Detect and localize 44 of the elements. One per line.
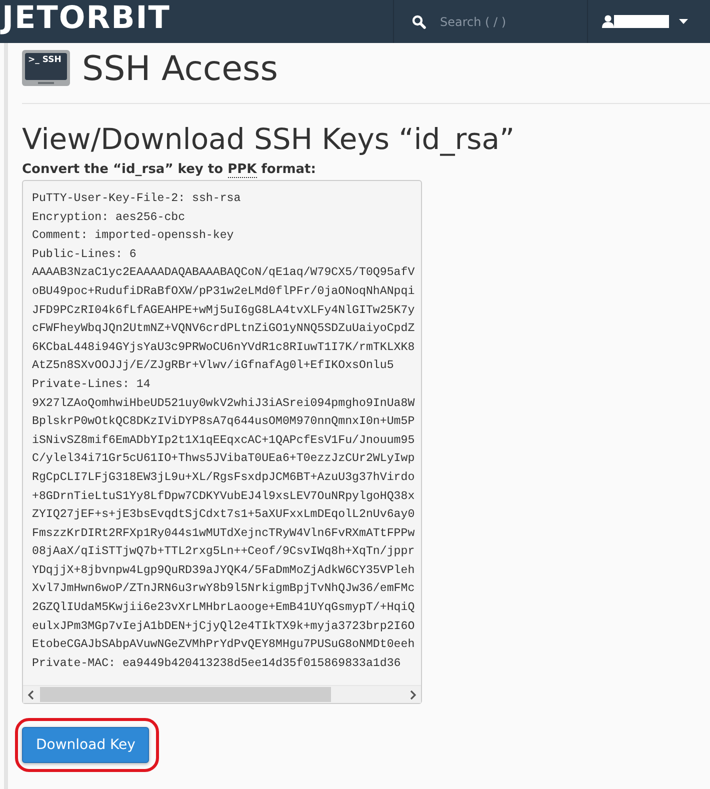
key-line: cFWFheyWbqJQn2UtmNZ+VQNV6crdPLtnZiGO1yNNQ5SDZuUaiyoCpdZ	[32, 321, 415, 338]
key-line: RgCpCLI7LFjG318EW3jL9u+XL/RgsFsxdpJCM6BT+AzuU3g37hVirdo	[32, 470, 415, 486]
key-text-area[interactable]	[22, 180, 422, 704]
key-line: AtZ5n8SXvOOJJj/E/ZJgRBr+Vlwv/iGfnafAg0l+EfIKOxsOnlu5	[32, 358, 394, 374]
search-field[interactable]: Search ( / )	[393, 0, 588, 43]
logo[interactable]: JETORBIT	[2, 0, 170, 43]
chevron-right-icon[interactable]	[409, 690, 417, 700]
key-line: EtobeCGAJbSAbpAVuwNGeZVMhPrYdPvQEY8MHgu7PUSuG8oNMDt0eeh	[32, 637, 415, 654]
key-line: Private-Lines: 14	[32, 376, 150, 393]
key-line: FmszzKrDIRt2RFXp1Ry044s1wMUTdXejncTRyW4Vln6FvRXmATtFPPw	[32, 526, 415, 542]
key-line: Public-Lines: 6	[32, 246, 136, 263]
download-button[interactable]: Download Key	[22, 727, 150, 764]
terminal-icon	[22, 50, 70, 88]
user-icon	[602, 15, 614, 28]
chevron-left-icon[interactable]	[27, 690, 35, 700]
field-label: Convert the “id_rsa” key to PPK format:	[22, 162, 317, 177]
key-line: 2GZQlIUdaM5Kwjii6e23vXrLMHbrLaooge+EmB41UYqGsmypT/+HqiQ	[32, 600, 415, 616]
redacted-username	[614, 15, 669, 28]
key-line: C/ylel34i71Gr5cU61IO+Thws5JVibaT0UEa6+T0ezzJzCUr2WLyIwp	[32, 451, 415, 468]
key-line: BplskrP0wOtkQC8DKzIViDYP8sA7q644usOM0M970nnQmnxI0n+Um5P	[32, 414, 415, 430]
terminal-label: >_ SSH	[28, 55, 62, 65]
key-line: 6KCbaL448i94GYjsYaU3c9PRWoCU6nYVdR1c8RIuwT1I7K/rmTKLXK8	[32, 340, 415, 356]
key-line: AAAAB3NzaC1yc2EAAAADAQABAAABAQCoN/qE1aq/W79CX5/T0Q95afV	[32, 265, 415, 282]
page-title: SSH Access	[82, 49, 278, 89]
key-line: +8GDrnTieLtuS1Yy8LfDpw7CDKYVubEJ4l9xsLEV7OuNRpylgoHQ38x	[32, 488, 415, 504]
key-line: Comment: imported-openssh-key	[32, 228, 234, 244]
key-line: eulxJPm3MGp7vIejA1bDEN+jCjyQl2e4TIkTX9k+myja3723brp2I6O	[32, 618, 415, 635]
search-input[interactable]: Search ( / )	[438, 14, 562, 30]
key-line: ZYIQ27jEF+s+jE3bsEvqdtSjCdxt7s1+5aXUFxxLmDEqolL2nUv6ay0	[32, 507, 415, 524]
key-line: YDqjjX+8jbvnpw4Lgp9QuRD39aJYQK4/5FaDmMoZjAdkW6CY35VPleh	[32, 562, 415, 579]
key-line: Private-MAC: ea9449b420413238d5ee14d35f015869833a1d36	[32, 656, 401, 672]
key-line: 08jAaX/qIiSTTjwQ7b+TTL2rxg5Ln++Ceof/9CsvIWq8h+XqTn/jppr	[32, 544, 415, 560]
section-heading: View/Download SSH Keys “id_rsa”	[22, 122, 516, 156]
scrollbar-thumb[interactable]	[40, 687, 332, 702]
key-line: PuTTY-User-Key-File-2: ssh-rsa	[32, 191, 241, 207]
key-line: oBU49poc+RudufiDRaBfOXW/pP31w2eLMd0flPFr/0jaONoqNhANpqi	[32, 284, 415, 300]
key-line: iSNivSZ8mif6EmADbYIp2t1X1qEEqxcAC+1QAPcfEsV1Fu/Jnouum95	[32, 432, 415, 449]
search-icon	[412, 14, 426, 28]
key-line: Encryption: aes256-cbc	[32, 210, 186, 226]
key-line: 9X27lZAoQomhwiHbeUD521uy0wkV2whiJ3iASrei094pmgho9InUa8W	[32, 396, 415, 412]
key-line: JFD9PCzRI04k6fLfAGEAHPE+wMj5uI6gG8LA4tvXLFy4NlGITw25K7y	[32, 302, 415, 319]
key-line: Xvl7JmHwn6woP/ZTnJRN6u3rwY8b9l5NrkigmBpjTvNhQJw36/emFMc	[32, 581, 415, 598]
caret-icon	[679, 19, 688, 24]
horizontal-scrollbar[interactable]	[23, 685, 421, 704]
